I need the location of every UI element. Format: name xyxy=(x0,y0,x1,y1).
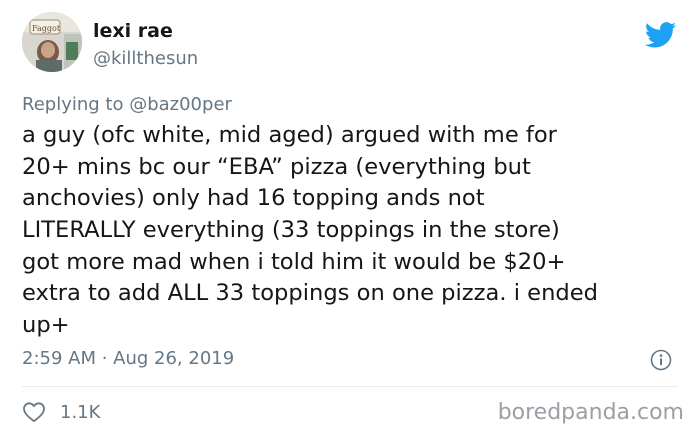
replying-to: Replying to @baz00per xyxy=(22,94,232,115)
tweet-line: LITERALLY everything (33 toppings in the… xyxy=(22,217,560,244)
info-icon[interactable] xyxy=(650,349,672,371)
like-button[interactable]: 1.1K xyxy=(22,399,100,425)
watermark: boredpanda.com xyxy=(497,400,684,425)
reply-mention-link[interactable]: @baz00per xyxy=(129,94,232,115)
tweet-line: got more mad when i told him it would be… xyxy=(22,248,566,275)
divider xyxy=(22,386,678,387)
tweet-line: up+ xyxy=(22,312,70,339)
avatar-photo: Faggot xyxy=(22,12,82,72)
avatar[interactable]: Faggot xyxy=(22,12,82,72)
author-display-name[interactable]: lexi rae xyxy=(93,20,173,42)
like-count: 1.1K xyxy=(60,401,101,423)
author-handle[interactable]: @killthesun xyxy=(93,48,198,69)
tweet-line: a guy (ofc white, mid aged) argued with … xyxy=(22,122,557,148)
tweet-line: extra to add ALL 33 toppings on one pizz… xyxy=(22,280,598,307)
tweet-line: 20+ mins bc our “EBA” pizza (everything … xyxy=(22,153,531,180)
avatar-sign-text: Faggot xyxy=(32,24,61,33)
tweet-card: Faggot lexi rae @killthesun Replying to … xyxy=(0,0,700,441)
tweet-body: a guy (ofc white, mid aged) argued with … xyxy=(22,120,682,342)
tweet-line: anchovies) only had 16 topping ands not xyxy=(22,185,485,212)
heart-icon[interactable] xyxy=(22,401,46,423)
tweet-timestamp[interactable]: 2:59 AM · Aug 26, 2019 xyxy=(22,348,234,369)
replying-to-prefix: Replying to xyxy=(22,94,130,115)
twitter-bird-icon[interactable] xyxy=(645,22,677,48)
